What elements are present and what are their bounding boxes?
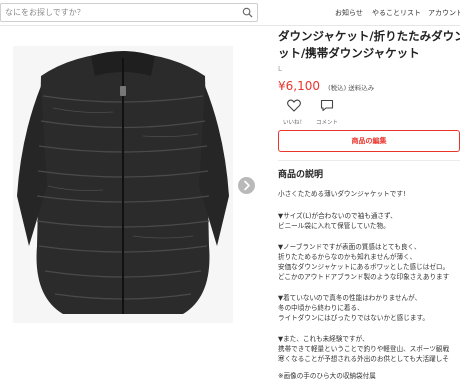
nav-account[interactable]: アカウント xyxy=(428,8,460,18)
chevron-right-icon xyxy=(244,180,250,191)
search-icon[interactable] xyxy=(242,7,253,18)
comment-icon xyxy=(320,99,334,112)
description-line: 小さくたためる薄いダウンジャケットです! xyxy=(278,190,406,198)
description-line: ▼ノーブランドですが表面の質感はとても良く、 xyxy=(278,243,421,251)
item-title: ダウンジャケット/折りたたみダウン ット/携帯ダウンジャケット xyxy=(278,28,460,62)
description-line: ▼着ていないので真冬の性能はわかりませんが、 xyxy=(278,294,422,302)
item-title-line-1: ダウンジャケット/折りたたみダウン xyxy=(278,29,460,43)
description-heading: 商品の説明 xyxy=(278,170,324,180)
heart-icon xyxy=(287,99,301,112)
item-title-line-2: ット/携帯ダウンジャケット xyxy=(278,46,420,60)
search-input[interactable] xyxy=(5,5,233,20)
description-line: ▼サイズ(L)が合わないので袖も通さず、 xyxy=(278,212,397,220)
product-photo[interactable] xyxy=(13,46,233,323)
section-divider xyxy=(278,160,460,161)
header-divider xyxy=(0,25,460,26)
like-label: いいね！ xyxy=(282,120,305,126)
description-line: 携帯できて軽量ということで釣りや軽登山、スポーツ観戦 xyxy=(278,345,450,353)
description-line: 寒くなることが予想される外出のお供としても大活躍しそ xyxy=(278,355,449,363)
description-line: ライトダウンにはぴったりではないかと感じます。 xyxy=(278,314,429,322)
next-image-button[interactable] xyxy=(238,177,255,194)
description-line: ▼また、これも未経験ですが、 xyxy=(278,335,369,343)
comment-button[interactable]: コメント xyxy=(313,97,341,126)
price-row: ¥6,100 (税込) 送料込み xyxy=(278,75,374,94)
nav-todo-list[interactable]: やることリスト xyxy=(372,8,421,18)
item-size: L xyxy=(278,65,282,73)
item-price: ¥6,100 xyxy=(278,79,320,93)
edit-item-button[interactable]: 商品の編集 xyxy=(278,130,460,152)
description-line: 安価なダウンジャケットにあるボワッとした感じはゼロ。 xyxy=(278,263,450,271)
down-jacket-image xyxy=(13,46,233,323)
description-line: どこかのアウトドアブランド製のような印象さえあります xyxy=(278,273,450,281)
tax-shipping-note: (税込) 送料込み xyxy=(328,84,375,92)
description-line: ビニール袋に入れて保管していた物。 xyxy=(278,222,390,230)
like-button[interactable]: いいね！ xyxy=(280,97,308,126)
top-header: お知らせ やることリスト アカウント xyxy=(0,0,460,26)
nav-notifications[interactable]: お知らせ xyxy=(335,8,363,18)
search-bar[interactable] xyxy=(0,3,258,22)
comment-label: コメント xyxy=(315,120,338,126)
description-line: 折りたためるからなのかも知れませんが薄く、 xyxy=(278,253,417,261)
description-line: 冬の中頃から終わりに着る、 xyxy=(278,304,364,312)
description-line: ※画像の手のひら大の収納袋付属 xyxy=(278,372,376,380)
